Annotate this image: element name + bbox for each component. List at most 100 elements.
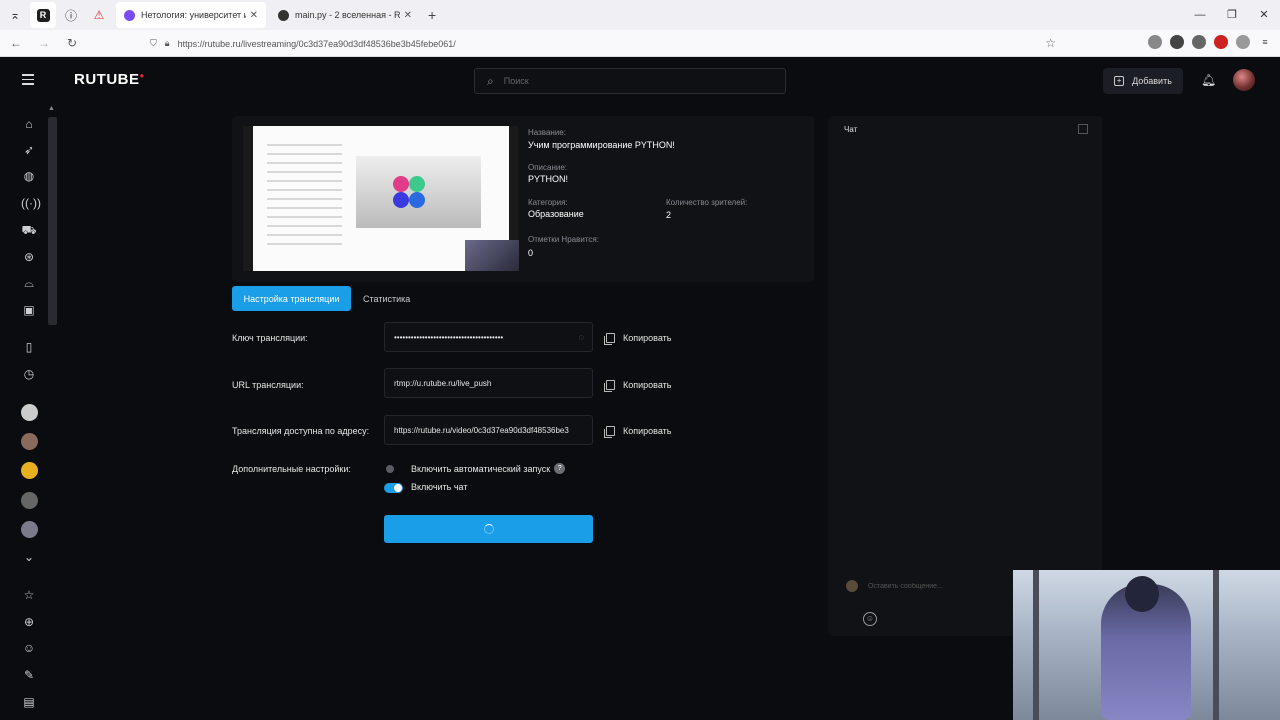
new-tab-button[interactable]: +: [428, 7, 436, 23]
broadcast-icon[interactable]: ((·)): [21, 195, 41, 211]
stream-key-label: Ключ трансляции:: [232, 333, 308, 343]
tab-list-icon[interactable]: ⌅: [2, 2, 28, 28]
rocket-icon[interactable]: ➶: [21, 142, 37, 158]
search-input[interactable]: [503, 76, 754, 86]
maximize-button[interactable]: ❐: [1216, 0, 1248, 30]
search-box[interactable]: ⌕: [474, 68, 786, 94]
basketball-icon[interactable]: ⊕: [21, 614, 37, 630]
home-icon[interactable]: ⌂: [21, 116, 37, 132]
education-cap-icon[interactable]: ⌓: [21, 275, 37, 291]
emoji-icon[interactable]: ☺: [863, 612, 877, 626]
profile-icon[interactable]: [1236, 35, 1250, 49]
chat-title: Чат: [844, 125, 858, 134]
description-value: PYTHON!: [528, 174, 569, 184]
subscription-avatar-1[interactable]: [21, 404, 38, 421]
subscription-avatar-5[interactable]: [21, 521, 38, 538]
toggle-knob: [386, 465, 394, 473]
tab-statistics[interactable]: Статистика: [363, 286, 410, 311]
tv-icon[interactable]: ▣: [21, 302, 37, 318]
copy-url-button[interactable]: Копировать: [604, 380, 672, 392]
scroll-up-icon[interactable]: ▲: [48, 105, 55, 112]
notifications-bell-icon[interactable]: 🔔︎: [1201, 73, 1216, 87]
likes-label: Отметки Нравится:: [528, 235, 599, 244]
copy-icon: [604, 426, 615, 438]
viewers-value: 2: [666, 210, 672, 220]
star-icon[interactable]: ☆: [21, 587, 37, 603]
description-label: Описание:: [528, 163, 568, 172]
bookmark-star-icon[interactable]: ☆: [1045, 36, 1056, 50]
car-icon[interactable]: ⛟: [21, 222, 37, 238]
browser-tabbar: ⌅ R ⓘ ⚠ Нетология: университет инте... ✕…: [0, 0, 1280, 30]
chat-user-avatar: [846, 580, 858, 592]
calendar-icon[interactable]: ▤: [21, 694, 37, 710]
pinned-tab-info[interactable]: ⓘ: [58, 2, 84, 28]
user-avatar[interactable]: [1233, 69, 1255, 91]
extension-tools-icon[interactable]: [1192, 35, 1206, 49]
rutube-logo[interactable]: RUTUBE●: [74, 71, 145, 88]
replit-icon: [278, 9, 289, 21]
copy-address-button[interactable]: Копировать: [604, 426, 671, 438]
extension-v-icon[interactable]: [1170, 35, 1184, 49]
minimize-button[interactable]: —: [1184, 0, 1216, 30]
subscription-avatar-4[interactable]: [21, 492, 38, 509]
stream-key-value: •••••••••••••••••••••••••••••••••••••••: [394, 332, 504, 342]
stream-info-card: Название: Учим программирование PYTHON! …: [232, 116, 814, 282]
pocket-icon[interactable]: [1148, 35, 1162, 49]
stream-address-label: Трансляция доступна по адресу:: [232, 426, 370, 436]
back-icon[interactable]: ←: [4, 36, 28, 50]
rutube-icon: R: [36, 8, 50, 22]
history-icon[interactable]: ◷: [21, 366, 37, 382]
menu-burger-icon[interactable]: [22, 74, 34, 88]
name-value: Учим программирование PYTHON!: [528, 140, 675, 150]
tab-title: Нетология: университет инте...: [141, 10, 246, 20]
reload-icon[interactable]: ↻: [60, 36, 84, 50]
close-tab-icon[interactable]: ✕: [404, 10, 412, 21]
autostart-label-row: Включить автоматический запуск ?: [411, 463, 566, 474]
bookmark-icon[interactable]: ▯: [21, 339, 37, 355]
popout-icon[interactable]: [1078, 124, 1088, 134]
pinned-tab-warning[interactable]: ⚠: [86, 2, 112, 28]
extension-red-icon[interactable]: [1214, 35, 1228, 49]
stream-address-field[interactable]: https://rutube.ru/video/0c3d37ea90d3df48…: [384, 415, 593, 445]
category-value: Образование: [528, 209, 584, 219]
save-button[interactable]: [384, 515, 593, 543]
extra-settings-label: Дополнительные настройки:: [232, 464, 351, 474]
tab-stream-settings[interactable]: Настройка трансляции: [232, 286, 351, 311]
eye-hidden-icon[interactable]: ◌: [579, 332, 584, 342]
pinned-tab-rutube[interactable]: R: [30, 2, 56, 28]
webcam-overlay: [1013, 570, 1280, 720]
stream-key-field[interactable]: ••••••••••••••••••••••••••••••••••••••• …: [384, 322, 593, 352]
browser-tab-replit[interactable]: main.py - 2 вселенная - Replit ✕: [270, 2, 420, 28]
close-window-button[interactable]: ✕: [1248, 0, 1280, 30]
add-button[interactable]: + Добавить: [1103, 68, 1183, 94]
browser-tab-netology[interactable]: Нетология: университет инте... ✕: [116, 2, 266, 28]
chevron-down-icon[interactable]: ⌄: [21, 549, 37, 565]
gamepad-icon[interactable]: ⊛: [21, 249, 37, 265]
netology-icon: [124, 9, 135, 21]
stream-preview[interactable]: [243, 126, 519, 271]
copy-key-button[interactable]: Копировать: [604, 333, 671, 345]
help-icon[interactable]: ?: [554, 463, 566, 474]
autostart-toggle[interactable]: [384, 464, 403, 474]
globe-icon[interactable]: ◍: [21, 168, 37, 184]
chat-toggle[interactable]: [384, 483, 403, 493]
stream-url-field[interactable]: rtmp://u.rutube.ru/live_push: [384, 368, 593, 398]
forward-icon[interactable]: →: [32, 36, 56, 50]
close-tab-icon[interactable]: ✕: [250, 10, 258, 21]
likes-value: 0: [528, 248, 534, 258]
chat-message-input[interactable]: [868, 583, 1008, 590]
sidebar-scrollbar[interactable]: [48, 117, 57, 325]
subscription-avatar-2[interactable]: [21, 433, 38, 450]
copy-label: Копировать: [623, 380, 672, 390]
menu-icon[interactable]: ≡: [1258, 35, 1272, 49]
pen-icon[interactable]: ✎: [21, 667, 37, 683]
smile-icon[interactable]: ☺: [21, 640, 37, 656]
subscription-avatar-3[interactable]: [21, 462, 38, 479]
plus-icon: +: [1114, 76, 1125, 86]
tab-title: main.py - 2 вселенная - Replit: [295, 10, 400, 20]
chat-panel: Чат ☺: [828, 116, 1102, 636]
toggle-knob: [394, 484, 402, 492]
search-icon: ⌕: [487, 73, 494, 88]
add-label: Добавить: [1132, 76, 1172, 86]
address-bar[interactable]: ⛉ 🔒︎ https://rutube.ru/livestreaming/0c3…: [150, 33, 1060, 54]
